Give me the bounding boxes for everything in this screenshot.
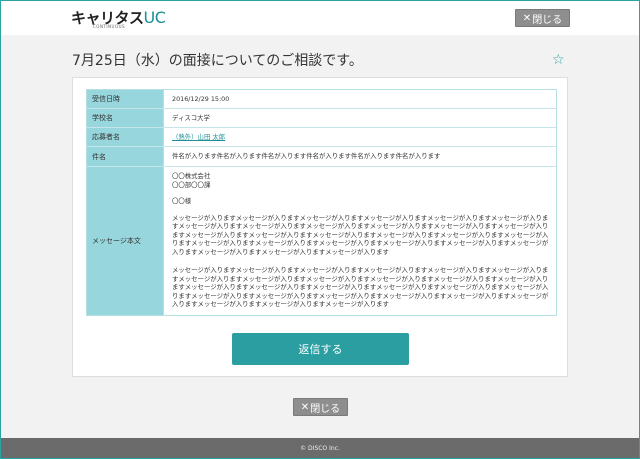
applicant-cell: （熱外）山田 太郎 [164,128,556,146]
logo-subtext: CONTINUOUS [93,24,126,29]
subject-value: 件名が入ります件名が入ります件名が入ります件名が入ります件名が入ります件名が入り… [172,152,441,161]
close-button-label: 閉じる [310,403,341,415]
star-icon[interactable]: ☆ [552,52,565,68]
table-row-school: 学校名 ディスコ大学 [87,109,556,128]
applicant-label: 応募者名 [87,128,164,146]
footer: © DISCO Inc. [1,438,639,458]
header-bar: キャリタスUC CONTINUOUS ✕ 閉じる [1,1,639,35]
message-card: 受信日時 2016/12/29 15:00 学校名 ディスコ大学 応募者名 （熱… [72,77,568,377]
body-dept: 〇〇部〇〇課 [172,180,211,189]
received-value: 2016/12/29 15:00 [172,94,230,103]
table-row-applicant: 応募者名 （熱外）山田 太郎 [87,128,556,147]
subject-label: 件名 [87,147,164,166]
close-button-label: 閉じる [532,14,563,26]
close-button-top[interactable]: ✕ 閉じる [515,9,570,27]
table-row-body: メッセージ本文 〇〇株式会社 〇〇部〇〇課 〇〇様 メッセージが入りますメッセー… [87,167,556,315]
school-label: 学校名 [87,109,164,127]
body-recipient: 〇〇様 [172,197,192,205]
body-paragraph-1: メッセージが入りますメッセージが入りますメッセージが入りますメッセージが入ります… [172,213,549,256]
school-value: ディスコ大学 [172,113,210,122]
reply-button[interactable]: 返信する [232,333,409,365]
close-icon: ✕ [300,401,310,413]
body-company: 〇〇株式会社 [172,172,211,180]
copyright-text: © DISCO Inc. [300,444,340,452]
body-paragraph-2: メッセージが入りますメッセージが入りますメッセージが入りますメッセージが入ります… [172,266,549,308]
table-row-received: 受信日時 2016/12/29 15:00 [87,90,556,109]
applicant-link[interactable]: （熱外）山田 太郎 [172,133,225,142]
received-label: 受信日時 [87,90,164,108]
page-title: 7月25日（水）の面接についてのご相談です。 [72,53,363,69]
close-button-bottom[interactable]: ✕ 閉じる [293,398,348,416]
body-label: メッセージ本文 [87,167,164,315]
message-detail-table: 受信日時 2016/12/29 15:00 学校名 ディスコ大学 応募者名 （熱… [86,89,557,316]
table-row-subject: 件名 件名が入ります件名が入ります件名が入ります件名が入ります件名が入ります件名… [87,147,556,167]
close-icon: ✕ [522,12,532,24]
logo: キャリタスUC CONTINUOUS [71,7,166,31]
message-body: 〇〇株式会社 〇〇部〇〇課 〇〇様 メッセージが入りますメッセージが入りますメッ… [164,167,556,315]
